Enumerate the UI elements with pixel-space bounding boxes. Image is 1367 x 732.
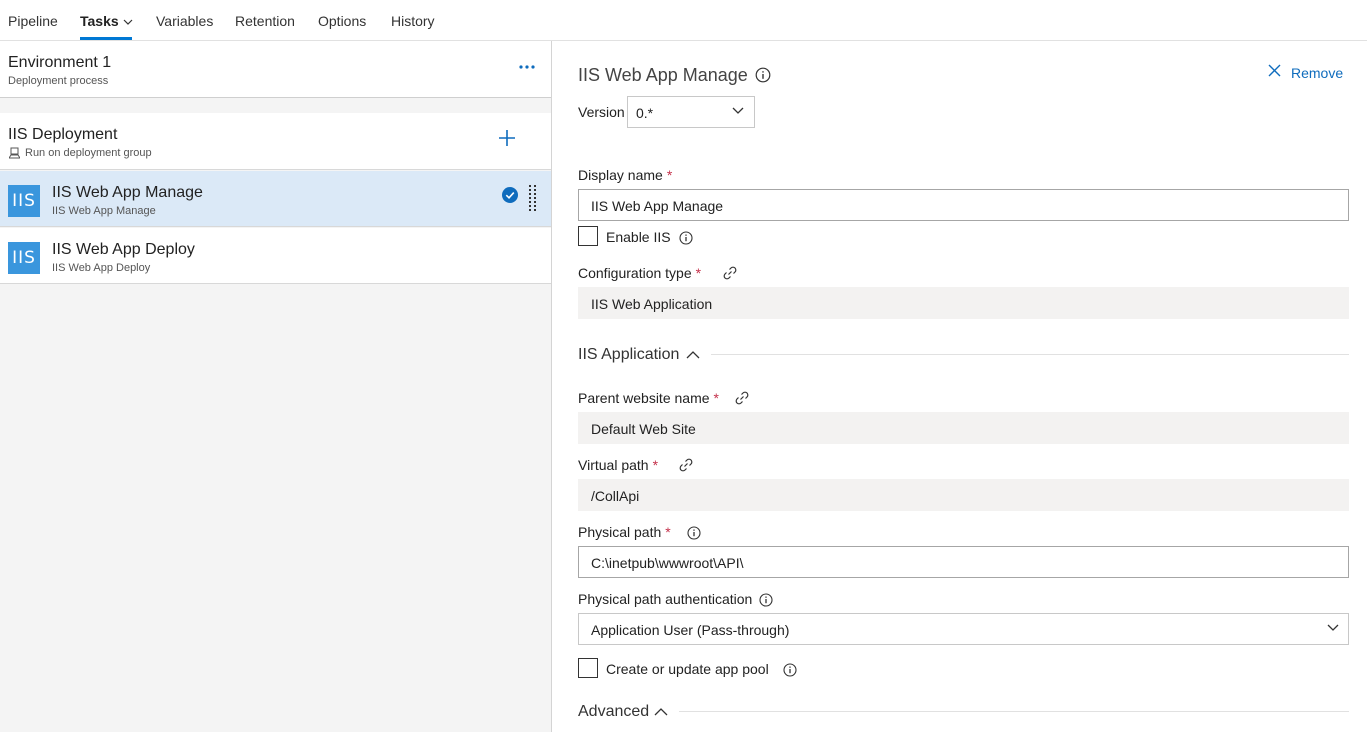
iis-application-section-title: IIS Application — [578, 346, 680, 363]
parent-website-field[interactable]: Default Web Site — [578, 412, 1349, 444]
info-icon[interactable] — [679, 231, 693, 245]
create-app-pool-label: Create or update app pool — [606, 661, 769, 677]
chevron-down-icon — [1327, 624, 1339, 631]
version-label: Version — [578, 104, 625, 120]
display-name-label: Display name * — [578, 167, 672, 183]
physical-path-label: Physical path * — [578, 524, 671, 540]
physical-path-auth-label: Physical path authentication — [578, 591, 753, 607]
info-icon[interactable] — [759, 593, 773, 607]
advanced-section-header[interactable]: Advanced — [578, 703, 649, 721]
chevron-down-icon — [732, 107, 744, 114]
required-marker: * — [713, 390, 719, 406]
configuration-type-label-text: Configuration type — [578, 265, 692, 281]
tab-tasks[interactable]: Tasks — [80, 13, 133, 29]
tab-history[interactable]: History — [391, 13, 435, 29]
required-marker: * — [652, 457, 659, 473]
section-divider — [711, 354, 1349, 355]
required-marker: * — [695, 265, 702, 281]
link-icon[interactable] — [723, 266, 737, 280]
virtual-path-label: Virtual path * — [578, 457, 658, 473]
enabled-check-icon — [502, 187, 518, 203]
create-app-pool-checkbox[interactable] — [578, 658, 598, 678]
top-tab-bar: Pipeline Tasks Variables Retention Optio… — [0, 0, 1367, 41]
phase-title: IIS Deployment — [8, 126, 118, 143]
section-divider — [679, 711, 1349, 712]
tab-variables[interactable]: Variables — [156, 13, 213, 29]
configuration-type-field[interactable]: IIS Web Application — [578, 287, 1349, 319]
parent-website-label-text: Parent website name — [578, 390, 710, 406]
configuration-type-value: IIS Web Application — [591, 296, 713, 312]
info-icon[interactable] — [783, 663, 797, 677]
physical-path-auth-value: Application User (Pass-through) — [591, 622, 790, 638]
deployment-phase[interactable]: IIS Deployment Run on deployment group — [0, 113, 551, 170]
tab-options[interactable]: Options — [318, 13, 366, 29]
task-details-pane: IIS Web App Manage Remove Version 0.* Di… — [553, 41, 1367, 732]
iis-application-section-header[interactable]: IIS Application — [578, 346, 679, 364]
task-title: IIS Web App Deploy — [52, 241, 195, 258]
version-value: 0.* — [636, 105, 654, 121]
required-marker: * — [665, 524, 671, 540]
tab-retention[interactable]: Retention — [235, 13, 295, 29]
add-task-icon[interactable] — [498, 129, 516, 147]
info-icon[interactable] — [755, 67, 771, 83]
task-details-title: IIS Web App Manage — [578, 65, 748, 85]
display-name-input[interactable]: IIS Web App Manage — [578, 189, 1349, 221]
chevron-up-icon[interactable] — [654, 707, 668, 716]
virtual-path-value: /CollApi — [591, 488, 640, 504]
environment-header[interactable]: Environment 1 Deployment process — [0, 41, 551, 98]
tab-tasks-label: Tasks — [80, 13, 119, 29]
display-name-value: IIS Web App Manage — [591, 198, 724, 214]
task-item-iis-web-app-manage[interactable]: IIS IIS Web App Manage IIS Web App Manag… — [0, 171, 551, 227]
physical-path-input[interactable]: C:\inetpub\wwwroot\API\ — [578, 546, 1349, 578]
more-options-icon[interactable] — [519, 64, 535, 70]
iis-task-icon: IIS — [8, 242, 40, 274]
task-subtitle: IIS Web App Deploy — [52, 262, 151, 274]
process-tree-pane: Environment 1 Deployment process IIS Dep… — [0, 41, 552, 732]
configuration-type-label: Configuration type * — [578, 265, 701, 281]
virtual-path-label-text: Virtual path — [578, 457, 649, 473]
chevron-up-icon[interactable] — [686, 350, 700, 359]
drag-handle-icon[interactable] — [529, 185, 537, 213]
environment-subtitle: Deployment process — [8, 75, 109, 87]
task-title: IIS Web App Manage — [52, 184, 203, 201]
virtual-path-field[interactable]: /CollApi — [578, 479, 1349, 511]
phase-subtitle: Run on deployment group — [25, 147, 152, 159]
tab-pipeline[interactable]: Pipeline — [8, 13, 58, 29]
iis-task-icon: IIS — [8, 185, 40, 217]
close-icon[interactable] — [1268, 64, 1281, 77]
deployment-group-icon — [9, 147, 20, 159]
link-icon[interactable] — [735, 391, 749, 405]
version-select[interactable]: 0.* — [627, 96, 755, 128]
task-item-iis-web-app-deploy[interactable]: IIS IIS Web App Deploy IIS Web App Deplo… — [0, 228, 551, 284]
physical-path-auth-select[interactable]: Application User (Pass-through) — [578, 613, 1349, 645]
task-subtitle: IIS Web App Manage — [52, 205, 156, 217]
required-marker: * — [666, 167, 673, 183]
environment-title: Environment 1 — [8, 54, 112, 71]
advanced-section-title: Advanced — [578, 703, 650, 720]
physical-path-value: C:\inetpub\wwwroot\API\ — [591, 555, 744, 571]
link-icon[interactable] — [679, 458, 693, 472]
active-tab-indicator — [80, 37, 132, 40]
chevron-down-icon — [123, 19, 133, 25]
physical-path-label-text: Physical path — [578, 524, 662, 540]
display-name-label-text: Display name — [578, 167, 663, 183]
remove-task-button[interactable]: Remove — [1291, 65, 1343, 81]
parent-website-value: Default Web Site — [591, 421, 696, 437]
enable-iis-checkbox[interactable] — [578, 226, 598, 246]
enable-iis-label: Enable IIS — [606, 229, 671, 245]
parent-website-label: Parent website name * — [578, 390, 719, 406]
info-icon[interactable] — [687, 526, 701, 540]
